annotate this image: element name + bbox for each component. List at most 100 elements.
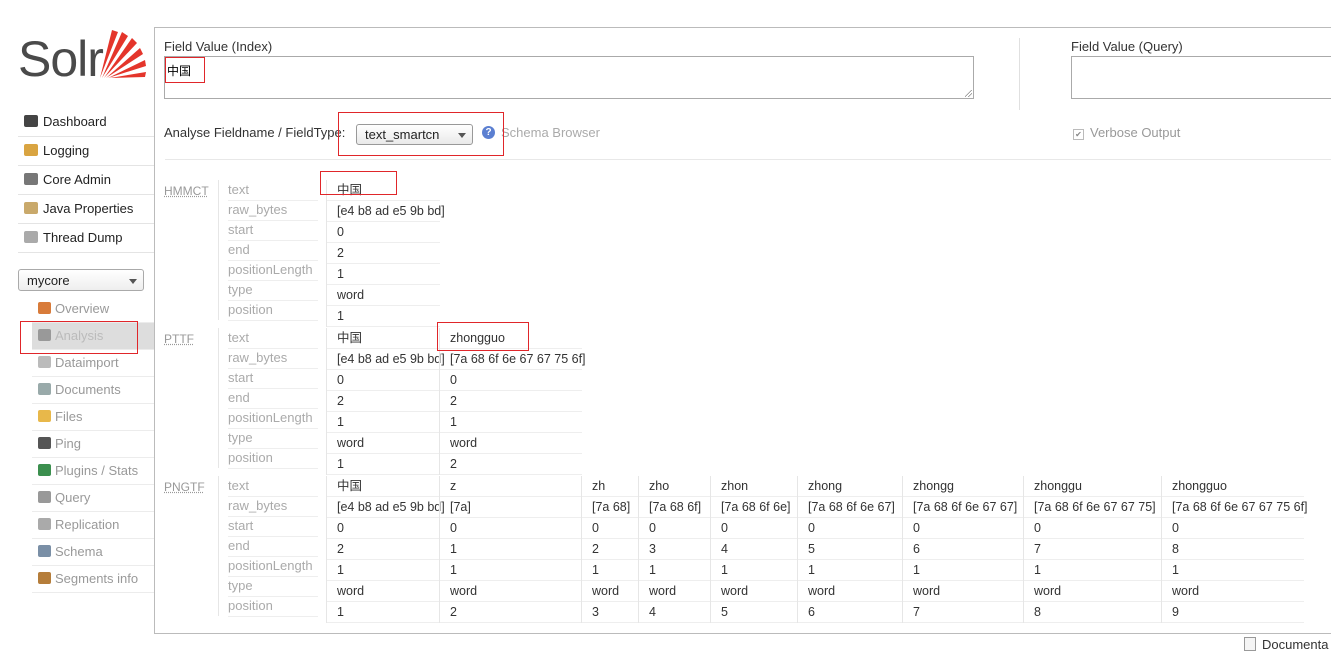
core-menu-item-label: Dataimport	[55, 355, 119, 370]
fieldtype-label: Analyse Fieldname / FieldType:	[164, 125, 346, 140]
token-type: word	[903, 581, 1024, 602]
core-menu-item-overview[interactable]: Overview	[32, 296, 154, 323]
resize-grip-icon[interactable]	[965, 90, 972, 97]
token-start: 0	[1162, 518, 1304, 539]
core-menu-item-dataimport[interactable]: Dataimport	[32, 350, 154, 377]
overview-icon	[38, 302, 51, 314]
token-position: 5	[711, 602, 798, 623]
java-properties-icon	[24, 202, 38, 214]
help-icon[interactable]: ?	[482, 126, 495, 139]
core-menu-item-label: Documents	[55, 382, 121, 397]
token-start: 0	[639, 518, 711, 539]
token-raw_bytes: [7a 68 6f]	[639, 497, 711, 518]
nav-item-logging[interactable]: Logging	[18, 137, 154, 166]
core-menu-item-segments-info[interactable]: Segments info	[32, 566, 154, 593]
solr-logo[interactable]: Solr	[18, 26, 146, 88]
token-text: 中国	[327, 476, 440, 497]
token-type: word	[327, 433, 440, 454]
stage-name[interactable]: PTTF	[164, 332, 194, 346]
core-selector-value: mycore	[27, 273, 70, 288]
nav-item-thread-dump[interactable]: Thread Dump	[18, 224, 154, 253]
core-admin-icon	[24, 173, 38, 185]
query-field-input[interactable]	[1071, 56, 1331, 99]
token-start: 0	[798, 518, 903, 539]
token-end: 2	[327, 391, 440, 412]
row-label: positionLength	[228, 408, 318, 429]
verbose-output-label: Verbose Output	[1090, 125, 1181, 140]
token-start: 0	[440, 518, 582, 539]
token-end: 2	[327, 539, 440, 560]
core-menu-item-files[interactable]: Files	[32, 404, 154, 431]
documentation-link[interactable]: Documenta	[1244, 637, 1328, 652]
core-menu-item-analysis[interactable]: Analysis	[32, 323, 154, 350]
token-position: 1	[327, 602, 440, 623]
nav-item-label: Java Properties	[43, 201, 134, 216]
index-field-value: 中国	[167, 64, 192, 78]
row-label: positionLength	[228, 556, 318, 577]
token-positionlength: 1	[1162, 560, 1304, 581]
token-positionlength: 1	[327, 264, 440, 285]
index-field-label: Field Value (Index)	[164, 39, 273, 54]
core-selector[interactable]: mycore	[18, 269, 144, 291]
ping-icon	[38, 437, 51, 449]
nav-item-label: Logging	[43, 143, 90, 158]
token-raw_bytes: [e4 b8 ad e5 9b bd]	[327, 349, 445, 370]
stage-divider	[218, 328, 219, 468]
core-menu-item-plugins-stats[interactable]: Plugins / Stats	[32, 458, 154, 485]
token-text: zhon	[711, 476, 798, 497]
token-text: zhongguo	[1162, 476, 1304, 497]
core-menu-item-label: Plugins / Stats	[55, 463, 139, 478]
token-end: 2	[582, 539, 639, 560]
token-start: 0	[711, 518, 798, 539]
stage-name[interactable]: PNGTF	[164, 480, 205, 494]
token-type: word	[440, 433, 582, 454]
nav-item-label: Core Admin	[43, 172, 111, 187]
core-menu-item-schema[interactable]: Schema	[32, 539, 154, 566]
stage-name[interactable]: HMMCT	[164, 184, 209, 198]
nav-item-dashboard[interactable]: Dashboard	[18, 108, 154, 137]
segments-icon	[38, 572, 51, 584]
core-menu-item-documents[interactable]: Documents	[32, 377, 154, 404]
token-raw_bytes: [7a]	[440, 497, 582, 518]
core-menu-item-label: Schema	[55, 544, 103, 559]
dataimport-icon	[38, 356, 51, 368]
core-menu-item-label: Analysis	[55, 328, 104, 343]
row-label: raw_bytes	[228, 348, 318, 369]
verbose-output-toggle[interactable]: ✔ Verbose Output	[1073, 125, 1180, 140]
nav-item-core-admin[interactable]: Core Admin	[18, 166, 154, 195]
token-end: 8	[1162, 539, 1304, 560]
verbose-checkbox[interactable]: ✔	[1073, 129, 1084, 140]
core-menu-item-ping[interactable]: Ping	[32, 431, 154, 458]
query-icon	[38, 491, 51, 503]
fieldtype-select[interactable]: text_smartcn	[356, 124, 473, 145]
index-field-input[interactable]: 中国	[164, 56, 974, 99]
row-label: type	[228, 576, 318, 597]
row-label: start	[228, 368, 318, 389]
schema-browser-link[interactable]: Schema Browser	[501, 125, 600, 140]
token-position: 6	[798, 602, 903, 623]
row-label: raw_bytes	[228, 496, 318, 517]
chevron-down-icon	[458, 133, 466, 138]
nav-item-java-properties[interactable]: Java Properties	[18, 195, 154, 224]
core-menu-item-label: Replication	[55, 517, 120, 532]
nav-item-label: Dashboard	[43, 114, 107, 129]
token-position: 1	[327, 454, 440, 475]
token-positionlength: 1	[903, 560, 1024, 581]
document-icon	[1244, 637, 1256, 651]
row-label: raw_bytes	[228, 200, 318, 221]
token-column: zhongguo [7a 68 6f 6e 67 67 75 6f] 0 2 1 word…	[439, 328, 586, 475]
token-start: 0	[903, 518, 1024, 539]
token-raw_bytes: [7a 68 6f 6e 67 67]	[903, 497, 1024, 518]
nav-item-label: Thread Dump	[43, 230, 123, 245]
token-text: zhong	[798, 476, 903, 497]
token-type: word	[1024, 581, 1162, 602]
token-positionlength: 1	[711, 560, 798, 581]
token-start: 0	[440, 370, 582, 391]
token-column: zhongguo [7a 68 6f 6e 67 67 75 6f] 0 8 1 word…	[1161, 476, 1308, 623]
analysis-panel: Field Value (Index) 中国 Field Value (Quer…	[154, 27, 1331, 634]
core-menu-item-replication[interactable]: Replication	[32, 512, 154, 539]
token-type: word	[711, 581, 798, 602]
core-menu-item-query[interactable]: Query	[32, 485, 154, 512]
token-start: 0	[327, 370, 440, 391]
token-end: 2	[440, 391, 582, 412]
